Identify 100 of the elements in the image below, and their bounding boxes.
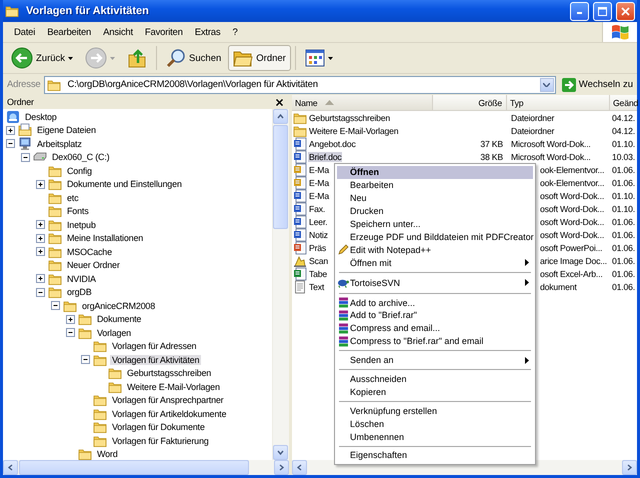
menu-item[interactable]: Ausschneiden bbox=[337, 372, 533, 386]
menu-item[interactable]: Umbenennen bbox=[337, 430, 533, 444]
tree-item[interactable]: Fonts bbox=[65, 206, 91, 216]
file-name[interactable]: Notiz bbox=[308, 230, 329, 240]
menu-item[interactable]: Öffnen mit bbox=[337, 256, 533, 270]
file-name[interactable]: Weitere E-Mail-Vorlagen bbox=[308, 126, 400, 136]
menu-item[interactable]: Datei bbox=[9, 26, 42, 38]
maximize-button[interactable] bbox=[593, 2, 612, 20]
close-pane-button[interactable] bbox=[273, 96, 285, 108]
file-name[interactable]: Angebot.doc bbox=[308, 139, 357, 149]
menu-item[interactable]: Favoriten bbox=[140, 26, 190, 38]
expand-icon[interactable] bbox=[36, 274, 45, 284]
tree-item[interactable]: Vorlagen für Ansprechpartner bbox=[110, 395, 226, 406]
menu-item[interactable]: Senden an bbox=[337, 354, 533, 367]
address-field[interactable]: C:\orgDB\orgAniceCRM2008\Vorlagen\Vorlagen für Aktivitäten bbox=[44, 76, 556, 94]
collapse-icon[interactable] bbox=[6, 139, 15, 148]
tree-item[interactable]: Neuer Ordner bbox=[65, 260, 122, 270]
tree-item[interactable]: Vorlagen für Dokumente bbox=[110, 422, 207, 432]
expand-icon[interactable] bbox=[36, 247, 45, 256]
tree-item[interactable]: MSOCache bbox=[65, 246, 114, 257]
menu-item[interactable]: Eigenschaften bbox=[337, 449, 533, 462]
collapse-icon[interactable] bbox=[21, 152, 30, 162]
menu-item[interactable]: Edit with Notepad++ bbox=[337, 243, 533, 256]
tree-item[interactable]: orgAniceCRM2008 bbox=[80, 300, 158, 311]
file-type: osoft Word-Dok... bbox=[540, 204, 604, 214]
file-name[interactable]: Geburtstagsschreiben bbox=[308, 113, 391, 123]
horizontal-scrollbar[interactable] bbox=[3, 460, 289, 475]
menu-item[interactable]: Verknüpfung erstellen bbox=[337, 404, 533, 418]
tree-item[interactable]: orgDB bbox=[65, 287, 94, 298]
expand-icon[interactable] bbox=[36, 180, 45, 189]
file-name[interactable]: Fax. bbox=[308, 204, 326, 214]
tree-item[interactable]: Vorlagen bbox=[95, 328, 133, 338]
go-button[interactable]: Wechseln zu bbox=[560, 78, 635, 92]
menu-item[interactable]: Bearbeiten bbox=[42, 26, 98, 38]
file-name[interactable]: E-Ma bbox=[308, 191, 330, 201]
column-header[interactable]: Größe bbox=[433, 95, 507, 110]
menu-item[interactable]: Speichern unter... bbox=[337, 218, 533, 230]
expand-icon[interactable] bbox=[6, 126, 15, 135]
menu-item[interactable]: Add to "Brief.rar" bbox=[337, 309, 533, 322]
menu-item[interactable]: Add to archive... bbox=[337, 296, 533, 310]
menu-item[interactable]: Kopieren bbox=[337, 385, 533, 398]
column-header[interactable]: Typ bbox=[507, 95, 610, 110]
file-name[interactable]: Leer. bbox=[308, 217, 328, 227]
tree-item[interactable]: NVIDIA bbox=[65, 274, 98, 284]
tree-item[interactable]: Arbeitsplatz bbox=[35, 138, 84, 149]
dropdown-button[interactable] bbox=[540, 78, 554, 92]
folder-icon bbox=[293, 111, 307, 125]
file-date: 01.06. bbox=[612, 165, 635, 175]
menu-item[interactable]: Bearbeiten bbox=[337, 178, 533, 192]
expand-icon[interactable] bbox=[66, 314, 75, 324]
vertical-scrollbar[interactable] bbox=[272, 109, 289, 460]
tree-item[interactable]: Meine Installationen bbox=[65, 233, 146, 244]
tree-item[interactable]: Geburtstagsschreiben bbox=[125, 368, 214, 378]
menu-item[interactable]: Löschen bbox=[337, 417, 533, 430]
menu-item[interactable]: Erzeuge PDF und Bilddateien mit PDFCreator bbox=[337, 230, 533, 244]
menu-item[interactable]: Drucken bbox=[337, 204, 533, 218]
minimize-button[interactable] bbox=[570, 2, 589, 20]
tree-item[interactable]: Inetpub bbox=[65, 220, 98, 230]
menu-item[interactable]: ? bbox=[227, 26, 245, 38]
tree-item[interactable]: Desktop bbox=[23, 112, 59, 122]
tree-item[interactable]: Vorlagen für Adressen bbox=[110, 341, 198, 352]
tree-item[interactable]: etc bbox=[65, 192, 80, 203]
tree-item[interactable]: Vorlagen für Artikeldokumente bbox=[110, 408, 228, 419]
expand-icon[interactable] bbox=[36, 220, 45, 230]
tree-item[interactable]: Dex060_C (C:) bbox=[50, 152, 112, 162]
menu-item[interactable]: Compress and email... bbox=[337, 322, 533, 335]
file-date: 10.03. bbox=[612, 152, 635, 162]
file-name[interactable]: Text bbox=[308, 282, 326, 292]
file-name[interactable]: E-Ma bbox=[308, 178, 330, 188]
tree-item[interactable]: Word bbox=[95, 449, 120, 460]
file-name[interactable]: Tabe bbox=[308, 269, 328, 279]
file-name[interactable]: Präs bbox=[308, 243, 328, 253]
tree-item[interactable]: Vorlagen für Fakturierung bbox=[110, 436, 211, 446]
file-name[interactable]: Scan bbox=[308, 256, 330, 266]
tree-item[interactable]: Dokumente und Einstellungen bbox=[65, 179, 184, 190]
books-icon bbox=[338, 336, 348, 347]
tree-item[interactable]: Eigene Dateien bbox=[35, 125, 98, 136]
folder-icon bbox=[48, 204, 62, 218]
folders-button[interactable]: Ordner bbox=[228, 45, 291, 71]
file-name[interactable]: Brief.doc bbox=[308, 152, 342, 162]
search-button[interactable]: Suchen bbox=[161, 45, 226, 71]
menu-item[interactable]: Ansicht bbox=[98, 26, 140, 38]
collapse-icon[interactable] bbox=[51, 301, 60, 310]
column-header[interactable]: Name bbox=[292, 95, 433, 110]
back-button[interactable]: Zurück bbox=[6, 45, 78, 71]
tree-item[interactable]: Weitere E-Mail-Vorlagen bbox=[125, 382, 222, 392]
menu-item[interactable]: Neu bbox=[337, 192, 533, 205]
collapse-icon[interactable] bbox=[81, 355, 90, 364]
menu-item[interactable]: TortoiseSVN bbox=[337, 275, 533, 290]
collapse-icon[interactable] bbox=[66, 328, 75, 338]
expand-icon[interactable] bbox=[36, 234, 45, 243]
menu-item[interactable]: Öffnen bbox=[337, 166, 533, 179]
tree-item[interactable]: Config bbox=[65, 166, 94, 176]
close-button[interactable] bbox=[616, 2, 635, 20]
menu-item[interactable]: Extras bbox=[190, 26, 228, 38]
menu-item[interactable]: Compress to "Brief.rar" and email bbox=[337, 334, 533, 348]
file-name[interactable]: E-Ma bbox=[308, 165, 330, 175]
tree-item[interactable]: Dokumente bbox=[95, 314, 144, 324]
tree-item[interactable]: Vorlagen für Aktivitäten bbox=[110, 354, 202, 365]
collapse-icon[interactable] bbox=[36, 288, 45, 297]
